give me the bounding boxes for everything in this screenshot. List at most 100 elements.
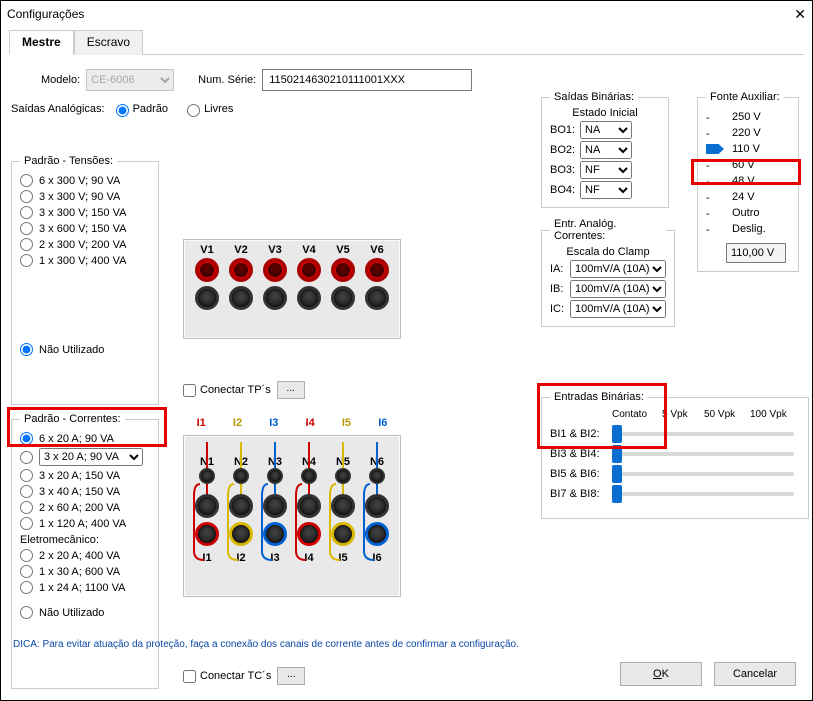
bo4-select[interactable]: NF (580, 181, 632, 199)
top-i1: I1 (197, 417, 206, 429)
v5-label: V5 (336, 244, 349, 256)
fonte-opt-0[interactable]: -250 V (706, 111, 790, 123)
opt-corr-nao[interactable]: Não Utilizado (20, 606, 150, 619)
n2-label: N2 (234, 456, 248, 468)
plug-i3 (263, 522, 287, 546)
plug-v5-red (331, 258, 355, 282)
fonte-opt-2[interactable]: 110 V (706, 143, 790, 155)
opt-eletro-1[interactable]: 1 x 30 A; 600 VA (20, 565, 150, 578)
fonte-tick-icon: - (706, 224, 724, 234)
fonte-tick-icon: - (706, 112, 724, 122)
plug-n4 (301, 468, 317, 484)
hdr-100vpk: 100 Vpk (750, 409, 800, 420)
check-conectar-tp[interactable] (183, 384, 196, 397)
fonte-opt-3[interactable]: -60 V (706, 159, 790, 171)
bo2-label: BO2: (550, 144, 580, 156)
v6-label: V6 (370, 244, 383, 256)
top-i2: I2 (233, 417, 242, 429)
tab-master[interactable]: Mestre (9, 30, 74, 55)
fonte-tick-icon: - (706, 128, 724, 138)
v4-label: V4 (302, 244, 315, 256)
bo1-label: BO1: (550, 124, 580, 136)
opt-corr-0[interactable]: 6 x 20 A; 90 VA (20, 432, 150, 445)
bo3-label: BO3: (550, 164, 580, 176)
fonte-value-input[interactable] (726, 243, 786, 263)
opt-tensao-0[interactable]: 6 x 300 V; 90 VA (20, 174, 150, 187)
ia-label: IA: (550, 263, 570, 275)
radio-padrao[interactable]: Padrão (111, 101, 168, 117)
ib-label: IB: (550, 283, 570, 295)
fonte-tick-icon: - (706, 192, 724, 202)
ok-button[interactable]: OK (620, 662, 702, 686)
opt-corr-4[interactable]: 2 x 60 A; 200 VA (20, 501, 150, 514)
model-select[interactable]: CE-6006 (86, 69, 174, 91)
opt-corr-2[interactable]: 3 x 20 A; 150 VA (20, 469, 150, 482)
bo4-label: BO4: (550, 184, 580, 196)
hdr-50vpk: 50 Vpk (704, 409, 750, 420)
ib-select[interactable]: 100mV/A (10A) (570, 280, 666, 298)
fonte-opt-1[interactable]: -220 V (706, 127, 790, 139)
v3-label: V3 (268, 244, 281, 256)
bi56-label: BI5 & BI6: (550, 468, 612, 480)
tip-text: DICA: Para evitar atuação da proteção, f… (13, 639, 519, 650)
serial-input[interactable] (262, 69, 472, 91)
fieldset-fonte: Fonte Auxiliar: -250 V-220 V110 V-60 V-4… (697, 91, 799, 272)
plug-v2-blk (229, 286, 253, 310)
cancel-button[interactable]: Cancelar (714, 662, 796, 686)
radio-livres[interactable]: Livres (182, 101, 233, 117)
opt-tensao-5[interactable]: 1 x 300 V; 400 VA (20, 254, 150, 267)
eletro-label: Eletromecânico: (20, 534, 150, 546)
bi34-label: BI3 & BI4: (550, 448, 612, 460)
ia-select[interactable]: 100mV/A (10A) (570, 260, 666, 278)
fonte-opt-5[interactable]: -24 V (706, 191, 790, 203)
plug-i5 (331, 522, 355, 546)
opt-tensao-4[interactable]: 2 x 300 V; 200 VA (20, 238, 150, 251)
slider-bi34[interactable] (612, 452, 794, 456)
top-i5: I5 (342, 417, 351, 429)
slider-bi78[interactable] (612, 492, 794, 496)
v1-label: V1 (200, 244, 213, 256)
close-icon[interactable]: ✕ (766, 6, 806, 23)
opt-corr-3[interactable]: 3 x 40 A; 150 VA (20, 485, 150, 498)
plug-i2 (229, 522, 253, 546)
opt-eletro-0[interactable]: 2 x 20 A; 400 VA (20, 549, 150, 562)
bo2-select[interactable]: NA (580, 141, 632, 159)
plug-i6-blk (365, 494, 389, 518)
bo1-select[interactable]: NA (580, 121, 632, 139)
slider-bi12[interactable] (612, 432, 794, 436)
plug-n3 (267, 468, 283, 484)
tp-dots-button[interactable]: ... (277, 381, 305, 399)
n1-label: N1 (200, 456, 214, 468)
i1-label: I1 (202, 552, 211, 564)
fonte-opt-6[interactable]: -Outro (706, 207, 790, 219)
plug-v1-red (195, 258, 219, 282)
n6-label: N6 (370, 456, 384, 468)
fonte-opt-7[interactable]: -Deslig. (706, 223, 790, 235)
entradas-legend: Entradas Binárias: (550, 391, 648, 403)
serial-label: Num. Série: (198, 74, 256, 86)
ic-select[interactable]: 100mV/A (10A) (570, 300, 666, 318)
top-i6: I6 (378, 417, 387, 429)
opt-tensao-3[interactable]: 3 x 600 V; 150 VA (20, 222, 150, 235)
tab-slave[interactable]: Escravo (74, 30, 143, 55)
slider-bi56[interactable] (612, 472, 794, 476)
window-title: Configurações (7, 7, 84, 21)
fonte-tick-icon: - (706, 208, 724, 218)
opt-tensao-1[interactable]: 3 x 300 V; 90 VA (20, 190, 150, 203)
opt-tensao-2[interactable]: 3 x 300 V; 150 VA (20, 206, 150, 219)
settings-window: Configurações ✕ Mestre Escravo Modelo: C… (0, 0, 813, 701)
model-label: Modelo: (41, 74, 80, 86)
current-panel: N1 N2 N3 N4 N5 N6 (183, 435, 401, 597)
i5-label: I5 (338, 552, 347, 564)
bo3-select[interactable]: NF (580, 161, 632, 179)
fonte-opt-4[interactable]: -48 V (706, 175, 790, 187)
fieldset-tensoes: Padrão - Tensões: 6 x 300 V; 90 VA 3 x 3… (11, 155, 159, 405)
opt-corr-1-select[interactable]: 3 x 20 A; 90 VA (20, 448, 150, 466)
opt-corr-5[interactable]: 1 x 120 A; 400 VA (20, 517, 150, 530)
top-i3: I3 (269, 417, 278, 429)
opt-tensao-nao[interactable]: Não Utilizado (20, 343, 150, 356)
top-i4: I4 (306, 417, 315, 429)
estado-inicial-label: Estado Inicial (550, 107, 660, 119)
ic-label: IC: (550, 303, 570, 315)
opt-eletro-2[interactable]: 1 x 24 A; 1100 VA (20, 581, 150, 594)
